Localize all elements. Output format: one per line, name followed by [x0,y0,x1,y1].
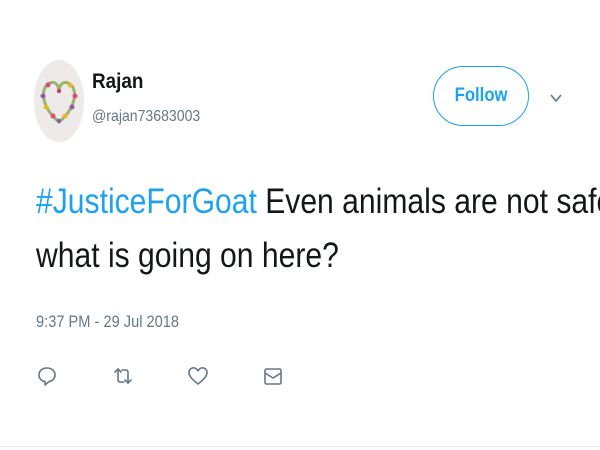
tweet-text-line2: what is going on here? [36,236,339,275]
tweet-text-line1: Even animals are not safe [256,182,600,221]
hashtag-link[interactable]: #JusticeForGoat [36,182,257,221]
tweet-timestamp[interactable]: 9:37 PM - 29 Jul 2018 [36,312,179,332]
direct-message-icon[interactable] [262,364,284,388]
avatar-image [34,60,84,142]
chevron-down-icon[interactable] [549,91,563,103]
retweet-icon[interactable] [112,364,134,388]
reply-icon[interactable] [36,364,58,388]
user-name[interactable]: Rajan [92,70,143,94]
follow-button[interactable]: Follow [433,66,529,126]
card-bottom-divider [0,446,600,447]
avatar[interactable] [34,60,84,142]
follow-button-label: Follow [454,85,508,106]
tweet-card: Rajan @rajan73683003 Follow #JusticeForG… [0,0,600,450]
like-icon[interactable] [187,364,209,388]
tweet-text: #JusticeForGoat Even animals are not saf… [36,175,600,283]
user-handle[interactable]: @rajan73683003 [92,108,200,126]
